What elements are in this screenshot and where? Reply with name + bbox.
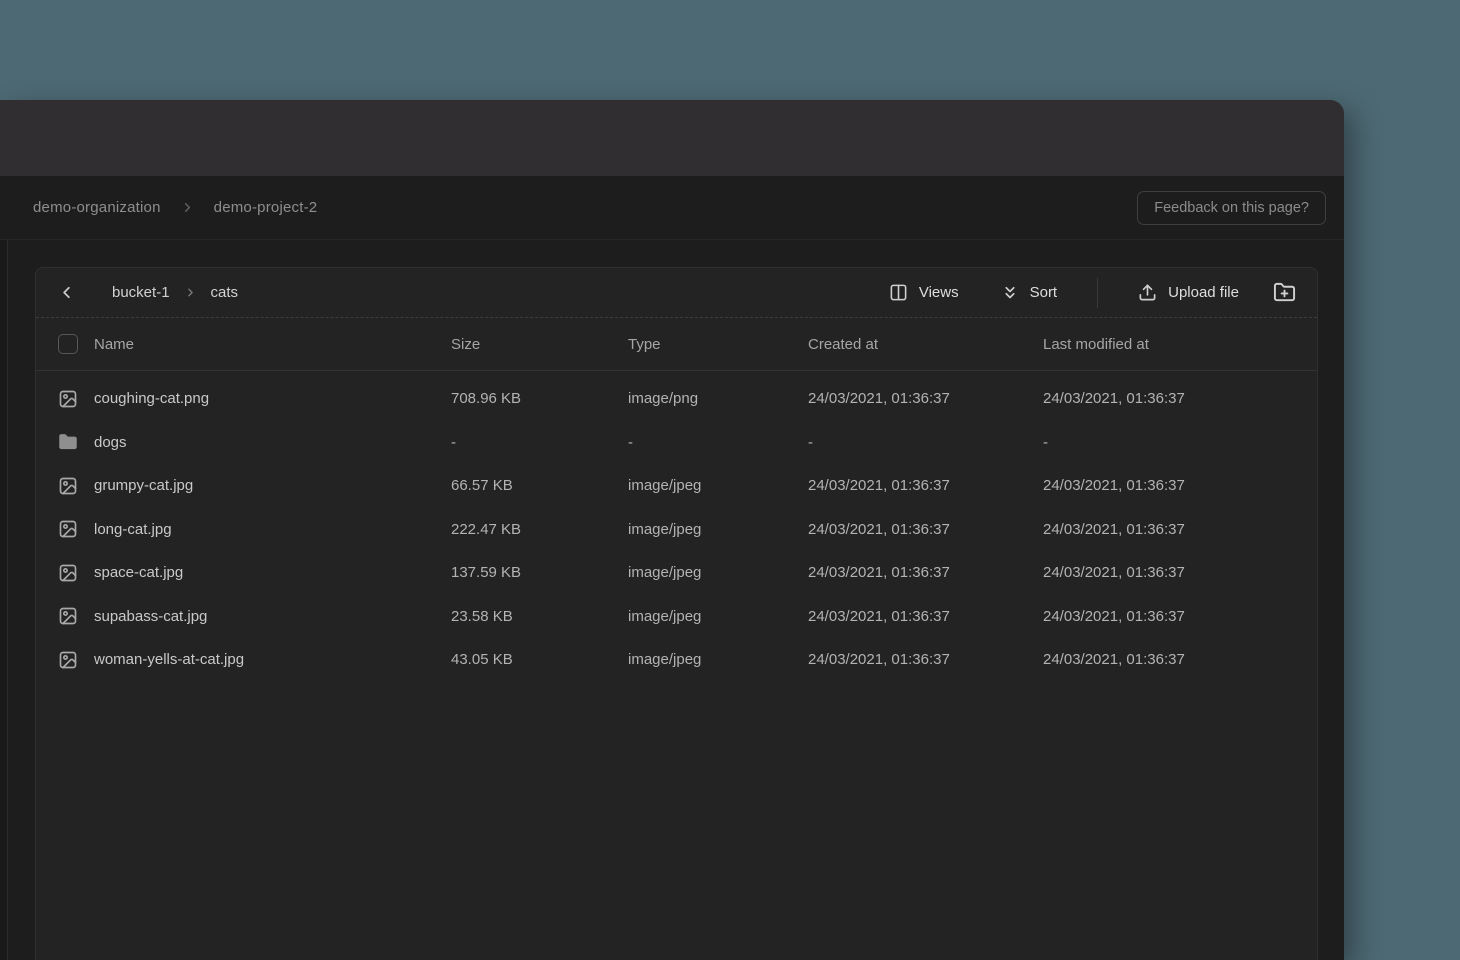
table-row[interactable]: grumpy-cat.jpg 66.57 KB image/jpeg 24/03… [36,464,1317,508]
file-size: 23.58 KB [451,608,628,625]
table-header-row: Name Size Type Created at Last modified … [36,318,1317,371]
file-name: long-cat.jpg [94,521,172,538]
file-modified-at: 24/03/2021, 01:36:37 [1043,651,1317,668]
chevron-right-icon [184,286,197,299]
column-header-name: Name [94,336,134,353]
file-created-at: 24/03/2021, 01:36:37 [808,521,1043,538]
file-size: 137.59 KB [451,564,628,581]
table-row[interactable]: dogs - - - - [36,421,1317,465]
column-header-modified: Last modified at [1043,336,1317,353]
chevron-right-icon [180,200,195,215]
file-modified-at: 24/03/2021, 01:36:37 [1043,608,1317,625]
file-type: image/jpeg [628,564,808,581]
file-modified-at: - [1043,434,1317,451]
column-header-size: Size [451,336,628,353]
file-type: image/jpeg [628,651,808,668]
breadcrumb-project[interactable]: demo-project-2 [214,199,318,216]
window-header [0,100,1344,176]
window-content: bucket-1 cats Views [0,240,1344,960]
file-name: coughing-cat.png [94,390,209,407]
views-button[interactable]: Views [889,283,959,302]
file-type: image/png [628,390,808,407]
chevrons-down-icon [1001,284,1019,302]
image-icon [58,606,78,626]
image-icon [58,389,78,409]
back-button[interactable] [57,283,76,302]
table-row[interactable]: supabass-cat.jpg 23.58 KB image/jpeg 24/… [36,595,1317,639]
column-header-created: Created at [808,336,1043,353]
create-folder-button[interactable] [1273,281,1296,304]
file-size: 708.96 KB [451,390,628,407]
path-folder[interactable]: cats [211,284,239,301]
file-size: 222.47 KB [451,521,628,538]
file-type: image/jpeg [628,477,808,494]
app-window: demo-organization demo-project-2 Feedbac… [0,100,1344,960]
image-icon [58,476,78,496]
file-name: supabass-cat.jpg [94,608,207,625]
toolbar-actions: Views Sort Upload file [889,278,1296,308]
left-rail [0,240,8,960]
file-modified-at: 24/03/2021, 01:36:37 [1043,564,1317,581]
column-header-type: Type [628,336,808,353]
file-name: dogs [94,434,127,451]
folder-icon [58,432,78,452]
select-all-checkbox[interactable] [58,334,78,354]
file-modified-at: 24/03/2021, 01:36:37 [1043,390,1317,407]
file-size: 43.05 KB [451,651,628,668]
upload-file-button[interactable]: Upload file [1138,283,1239,302]
upload-file-label: Upload file [1168,284,1239,301]
file-created-at: - [808,434,1043,451]
table-row[interactable]: space-cat.jpg 137.59 KB image/jpeg 24/03… [36,551,1317,595]
file-created-at: 24/03/2021, 01:36:37 [808,477,1043,494]
table-row[interactable]: long-cat.jpg 222.47 KB image/jpeg 24/03/… [36,508,1317,552]
file-created-at: 24/03/2021, 01:36:37 [808,564,1043,581]
feedback-button[interactable]: Feedback on this page? [1137,191,1326,225]
file-modified-at: 24/03/2021, 01:36:37 [1043,521,1317,538]
table-body: coughing-cat.png 708.96 KB image/png 24/… [36,371,1317,682]
file-type: - [628,434,808,451]
image-icon [58,650,78,670]
views-label: Views [919,284,959,301]
file-created-at: 24/03/2021, 01:36:37 [808,390,1043,407]
table-row[interactable]: coughing-cat.png 708.96 KB image/png 24/… [36,377,1317,421]
toolbar-divider [1097,278,1098,308]
breadcrumb-organization[interactable]: demo-organization [33,199,161,216]
file-size: 66.57 KB [451,477,628,494]
path-bucket[interactable]: bucket-1 [112,284,170,301]
file-name: woman-yells-at-cat.jpg [94,651,244,668]
file-size: - [451,434,628,451]
file-created-at: 24/03/2021, 01:36:37 [808,608,1043,625]
columns-icon [889,283,908,302]
chevron-left-icon [57,283,76,302]
sort-label: Sort [1030,284,1058,301]
image-icon [58,563,78,583]
folder-plus-icon [1273,281,1296,304]
image-icon [58,519,78,539]
file-name: space-cat.jpg [94,564,183,581]
top-breadcrumb-bar: demo-organization demo-project-2 Feedbac… [0,176,1344,240]
file-modified-at: 24/03/2021, 01:36:37 [1043,477,1317,494]
upload-icon [1138,283,1157,302]
file-type: image/jpeg [628,608,808,625]
explorer-toolbar: bucket-1 cats Views [36,268,1317,318]
storage-explorer-panel: bucket-1 cats Views [35,267,1318,960]
file-type: image/jpeg [628,521,808,538]
table-row[interactable]: woman-yells-at-cat.jpg 43.05 KB image/jp… [36,638,1317,682]
file-name: grumpy-cat.jpg [94,477,193,494]
sort-button[interactable]: Sort [1001,284,1058,302]
file-created-at: 24/03/2021, 01:36:37 [808,651,1043,668]
